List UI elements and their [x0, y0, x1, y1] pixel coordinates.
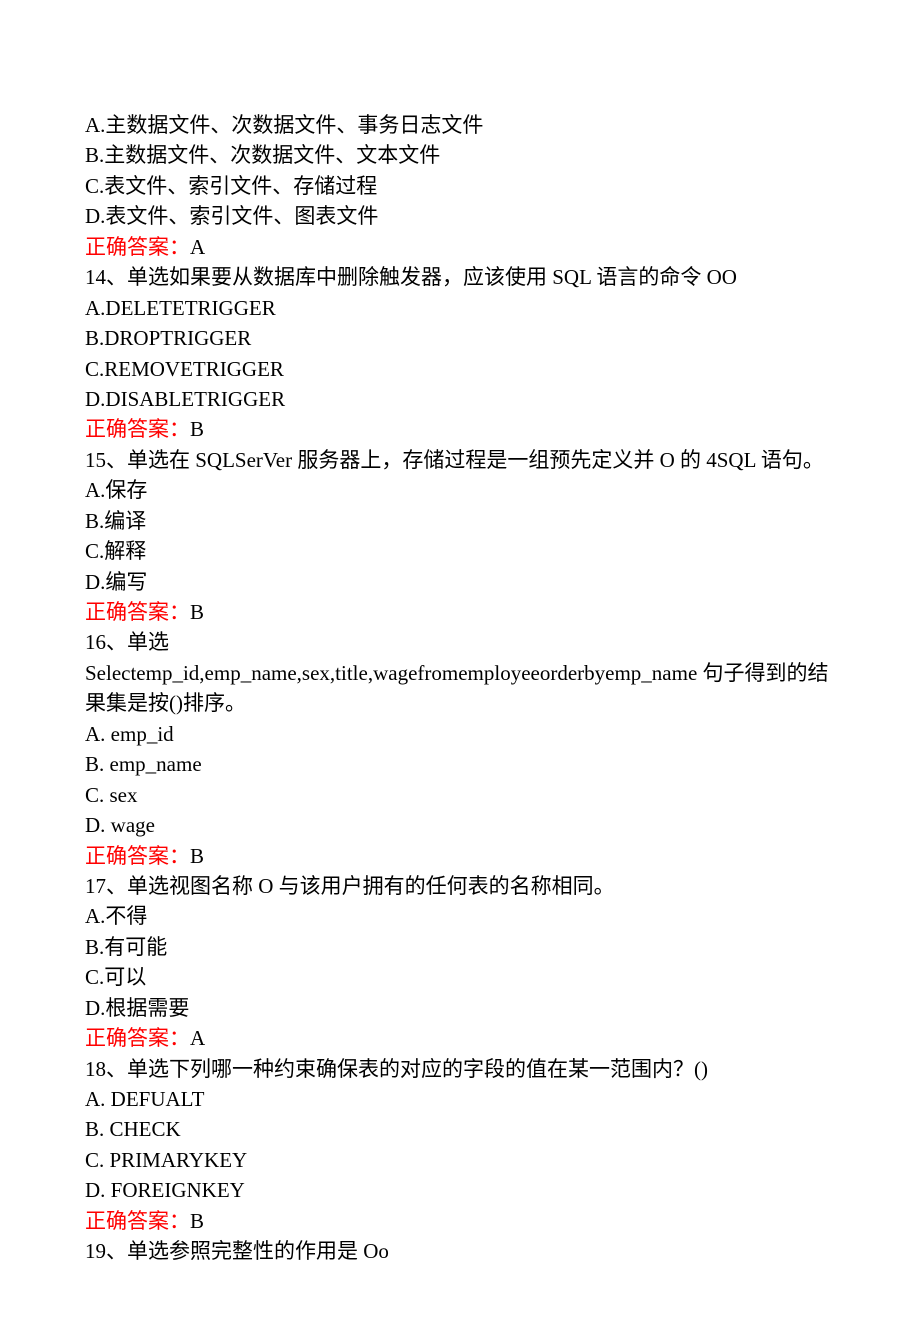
q15-option-d: D.编写: [85, 567, 845, 597]
q16-answer-value: B: [190, 844, 204, 868]
q19-stem: 19、单选参照完整性的作用是 Oo: [85, 1236, 845, 1266]
q16-option-a: A. emp_id: [85, 719, 845, 749]
q17-option-c: C.可以: [85, 962, 845, 992]
q13-option-b: B.主数据文件、次数据文件、文本文件: [85, 140, 845, 170]
q13-option-c: C.表文件、索引文件、存储过程: [85, 171, 845, 201]
q13-answer-value: A: [190, 235, 205, 259]
q14-stem: 14、单选如果要从数据库中删除触发器，应该使用 SQL 语言的命令 OO: [85, 262, 845, 292]
q14-option-c: C.REMOVETRIGGER: [85, 354, 845, 384]
q18-option-a: A. DEFUALT: [85, 1084, 845, 1114]
q17-answer-value: A: [190, 1026, 205, 1050]
q17-option-b: B.有可能: [85, 932, 845, 962]
q14-answer-value: B: [190, 417, 204, 441]
q16-option-d: D. wage: [85, 810, 845, 840]
q14-answer-label: 正确答案：: [85, 417, 190, 441]
q18-option-d: D. FOREIGNKEY: [85, 1175, 845, 1205]
q14-option-d: D.DISABLETRIGGER: [85, 384, 845, 414]
q16-option-c: C. sex: [85, 780, 845, 810]
q17-stem: 17、单选视图名称 O 与该用户拥有的任何表的名称相同。: [85, 871, 845, 901]
q15-answer: 正确答案：B: [85, 597, 845, 627]
q13-answer: 正确答案：A: [85, 232, 845, 262]
q13-option-d: D.表文件、索引文件、图表文件: [85, 201, 845, 231]
q18-answer-value: B: [190, 1209, 204, 1233]
q14-option-b: B.DROPTRIGGER: [85, 323, 845, 353]
q17-answer-label: 正确答案：: [85, 1026, 190, 1050]
q18-option-b: B. CHECK: [85, 1114, 845, 1144]
q14-answer: 正确答案：B: [85, 414, 845, 444]
q15-stem: 15、单选在 SQLSerVer 服务器上，存储过程是一组预先定义并 O 的 4…: [85, 445, 845, 475]
q18-answer-label: 正确答案：: [85, 1209, 190, 1233]
q17-option-d: D.根据需要: [85, 993, 845, 1023]
q15-option-c: C.解释: [85, 536, 845, 566]
q18-option-c: C. PRIMARYKEY: [85, 1145, 845, 1175]
document-page: A.主数据文件、次数据文件、事务日志文件 B.主数据文件、次数据文件、文本文件 …: [0, 0, 920, 1327]
q17-option-a: A.不得: [85, 901, 845, 931]
q16-option-b: B. emp_name: [85, 749, 845, 779]
q15-answer-label: 正确答案：: [85, 600, 190, 624]
q16-answer-label: 正确答案：: [85, 844, 190, 868]
q13-answer-label: 正确答案：: [85, 235, 190, 259]
q17-answer: 正确答案：A: [85, 1023, 845, 1053]
q16-answer: 正确答案：B: [85, 841, 845, 871]
q15-answer-value: B: [190, 600, 204, 624]
q16-stem-line2: Selectemp_id,emp_name,sex,title,wagefrom…: [85, 658, 845, 719]
q15-option-b: B.编译: [85, 506, 845, 536]
q16-stem-line1: 16、单选: [85, 627, 845, 657]
q13-option-a: A.主数据文件、次数据文件、事务日志文件: [85, 110, 845, 140]
q14-option-a: A.DELETETRIGGER: [85, 293, 845, 323]
q18-stem: 18、单选下列哪一种约束确保表的对应的字段的值在某一范围内？(): [85, 1054, 845, 1084]
q15-option-a: A.保存: [85, 475, 845, 505]
q18-answer: 正确答案：B: [85, 1206, 845, 1236]
